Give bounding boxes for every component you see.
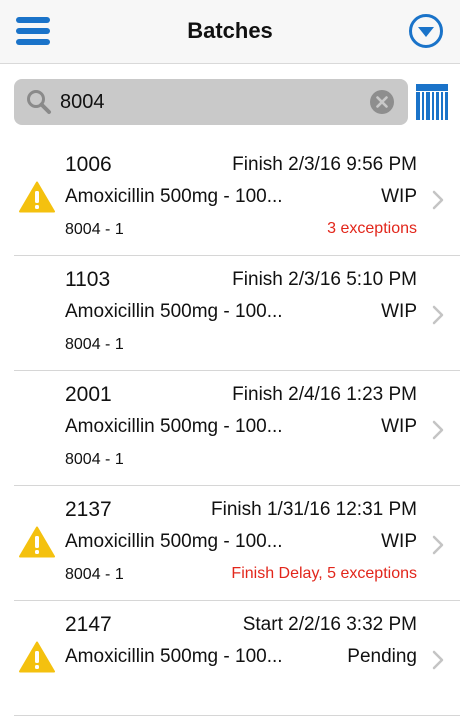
batch-status: WIP (381, 186, 417, 207)
batch-lot: 8004 - 1 (65, 336, 124, 353)
batch-number: 2001 (65, 383, 112, 406)
chevron-right-icon (432, 420, 444, 440)
batch-row[interactable]: 1103 Finish 2/3/16 5:10 PM Amoxicillin 5… (0, 256, 460, 371)
batch-time: Finish 2/4/16 1:23 PM (232, 384, 417, 405)
batch-exceptions: Finish Delay, 5 exceptions (231, 565, 417, 582)
batch-time: Start 2/2/16 3:32 PM (242, 614, 417, 635)
batch-number: 1006 (65, 153, 112, 176)
batch-row[interactable]: 2137 Finish 1/31/16 12:31 PM Amoxicillin… (0, 486, 460, 601)
chevron-right-icon (432, 190, 444, 210)
batch-exceptions: 3 exceptions (327, 220, 417, 237)
chevron-right-icon (432, 305, 444, 325)
batch-row[interactable]: 1006 Finish 2/3/16 9:56 PM Amoxicillin 5… (0, 141, 460, 256)
batch-lot: 8004 - 1 (65, 221, 124, 238)
batch-status: Pending (347, 646, 417, 667)
page-title: Batches (187, 18, 273, 43)
batch-time: Finish 1/31/16 12:31 PM (211, 499, 417, 520)
barcode-icon[interactable] (416, 84, 448, 120)
navigation-bar: Batches (0, 0, 460, 64)
batch-row[interactable]: 2001 Finish 2/4/16 1:23 PM Amoxicillin 5… (0, 371, 460, 486)
batch-lot: 8004 - 1 (65, 451, 124, 468)
batch-product: Amoxicillin 500mg - 100... (65, 301, 283, 322)
chevron-right-icon (432, 535, 444, 555)
chevron-down-circle-icon[interactable] (408, 13, 444, 49)
batch-time: Finish 2/3/16 9:56 PM (232, 154, 417, 175)
batch-product: Amoxicillin 500mg - 100... (65, 531, 283, 552)
batch-status: WIP (381, 301, 417, 322)
batch-status: WIP (381, 416, 417, 437)
search-icon (26, 89, 52, 115)
warning-icon (19, 526, 55, 558)
warning-icon (19, 641, 55, 673)
chevron-right-icon (432, 650, 444, 670)
batch-product: Amoxicillin 500mg - 100... (65, 416, 283, 437)
batch-time: Finish 2/3/16 5:10 PM (232, 269, 417, 290)
batch-number: 2137 (65, 498, 112, 521)
batch-product: Amoxicillin 500mg - 100... (65, 186, 283, 207)
batch-list: 1006 Finish 2/3/16 9:56 PM Amoxicillin 5… (0, 141, 460, 716)
batch-lot: 8004 - 1 (65, 566, 124, 583)
search-input[interactable] (60, 84, 360, 120)
search-bar (14, 79, 408, 125)
clear-circle-icon[interactable] (370, 90, 394, 114)
batch-status: WIP (381, 531, 417, 552)
batch-row[interactable]: 2147 Start 2/2/16 3:32 PM Amoxicillin 50… (0, 601, 460, 716)
batch-number: 1103 (65, 268, 111, 291)
batch-number: 2147 (65, 613, 112, 636)
warning-icon (19, 181, 55, 213)
batch-product: Amoxicillin 500mg - 100... (65, 646, 283, 667)
